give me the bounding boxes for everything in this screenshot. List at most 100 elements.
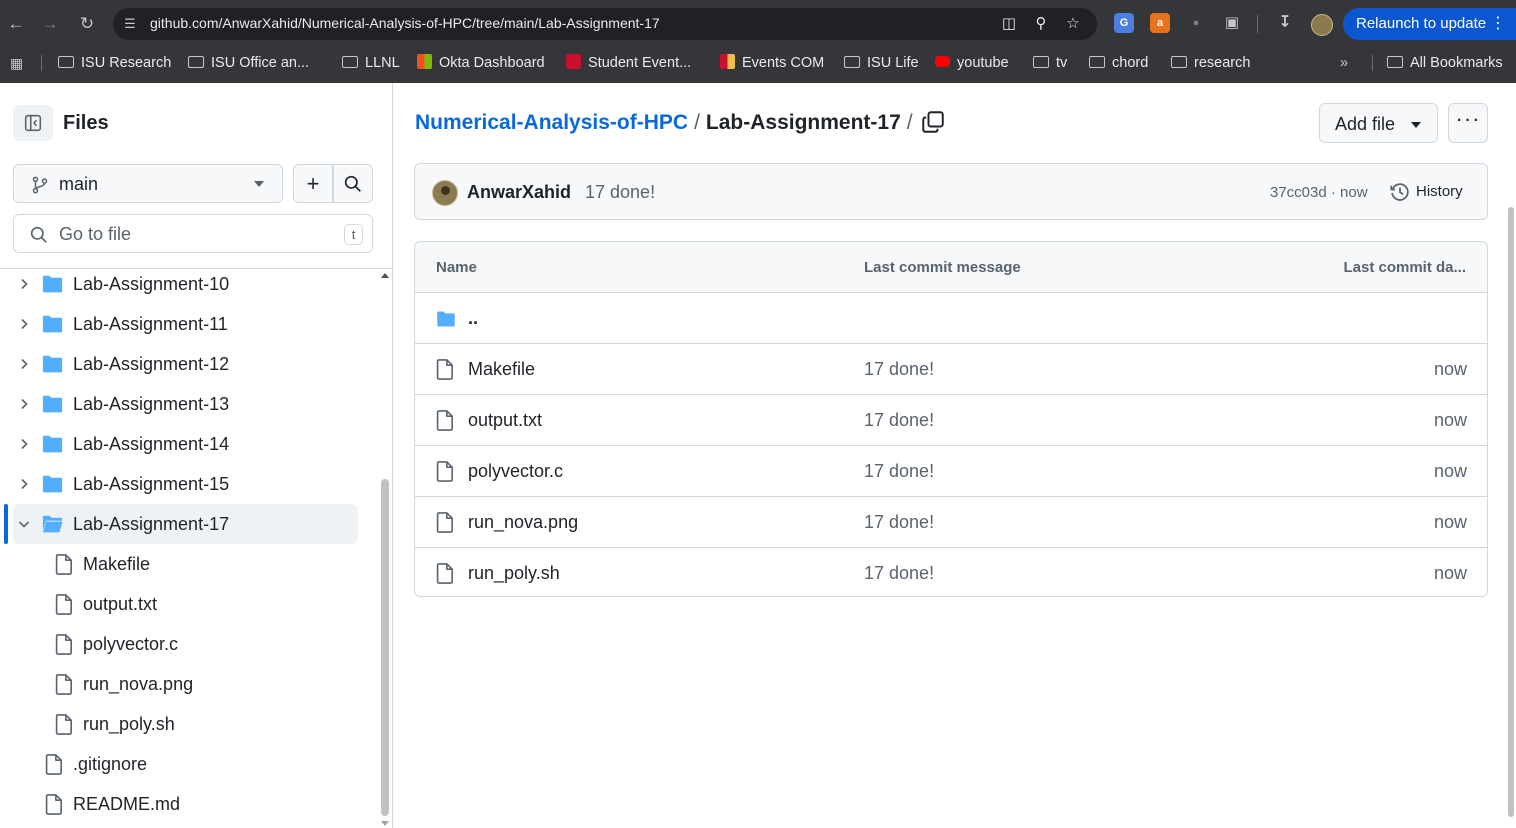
bookmark-isu-office[interactable]: ISU Office an... bbox=[188, 52, 309, 74]
tree-item-gitignore[interactable]: .gitignore bbox=[0, 744, 380, 784]
tree-item-lab-assignment-15[interactable]: Lab-Assignment-15 bbox=[0, 464, 380, 504]
chevron-down-icon[interactable] bbox=[17, 517, 31, 531]
bookmark-isu-life[interactable]: ISU Life bbox=[844, 52, 919, 74]
url-text[interactable]: github.com/AnwarXahid/Numerical-Analysis… bbox=[150, 15, 660, 31]
search-tree-button[interactable] bbox=[333, 164, 373, 203]
bookmark-okta[interactable]: Okta Dashboard bbox=[417, 52, 545, 74]
file-name-link[interactable]: output.txt bbox=[468, 410, 542, 431]
tree-item-run-poly-sh[interactable]: run_poly.sh bbox=[0, 704, 380, 744]
extensions-icon[interactable]: ▣ bbox=[1222, 13, 1242, 33]
commit-message[interactable]: 17 done! bbox=[585, 182, 655, 203]
bookmark-youtube[interactable]: youtube bbox=[935, 52, 1009, 74]
chevron-right-icon[interactable] bbox=[17, 277, 31, 291]
go-to-file-input[interactable] bbox=[59, 222, 329, 246]
commit-message-link[interactable]: 17 done! bbox=[864, 410, 934, 431]
table-row[interactable]: run_poly.sh 17 done! now bbox=[415, 548, 1487, 596]
all-bookmarks[interactable]: All Bookmarks bbox=[1387, 52, 1503, 74]
breadcrumb-repo-link[interactable]: Numerical-Analysis-of-HPC bbox=[415, 111, 688, 134]
apps-grid-icon[interactable]: ▦ bbox=[10, 52, 23, 74]
tree-item-makefile[interactable]: Makefile bbox=[0, 544, 380, 584]
parent-directory-row[interactable]: .. bbox=[415, 293, 1487, 344]
commit-message-link[interactable]: 17 done! bbox=[864, 512, 934, 533]
commit-date: now bbox=[1433, 563, 1467, 583]
extension-orange-icon[interactable]: a bbox=[1150, 13, 1170, 33]
bookmark-llnl[interactable]: LLNL bbox=[342, 52, 400, 74]
chevron-right-icon[interactable] bbox=[17, 317, 31, 331]
page-scrollbar-thumb[interactable] bbox=[1508, 207, 1514, 817]
bookmark-student-events[interactable]: Student Event... bbox=[566, 52, 691, 74]
bookmark-research[interactable]: research bbox=[1171, 52, 1250, 74]
bookmark-tv[interactable]: tv bbox=[1033, 52, 1067, 74]
chevron-right-icon[interactable] bbox=[17, 397, 31, 411]
isu-logo-icon bbox=[566, 54, 581, 69]
table-row[interactable]: run_nova.png 17 done! now bbox=[415, 497, 1487, 548]
collapse-sidebar-button[interactable] bbox=[13, 105, 53, 141]
address-bar[interactable]: ☰ github.com/AnwarXahid/Numerical-Analys… bbox=[113, 8, 1097, 40]
tree-item-polyvector-c[interactable]: polyvector.c bbox=[0, 624, 380, 664]
file-name-link[interactable]: run_poly.sh bbox=[468, 563, 560, 584]
commit-sha-time[interactable]: 37cc03d · now bbox=[1270, 184, 1368, 201]
tree-item-lab-assignment-12[interactable]: Lab-Assignment-12 bbox=[0, 344, 380, 384]
go-to-file-field[interactable]: t bbox=[13, 214, 373, 253]
tree-item-lab-assignment-14[interactable]: Lab-Assignment-14 bbox=[0, 424, 380, 464]
table-row[interactable]: Makefile 17 done! now bbox=[415, 344, 1487, 395]
zoom-icon[interactable]: ⚲ bbox=[1031, 14, 1051, 34]
forward-arrow-icon[interactable]: → bbox=[38, 12, 62, 36]
chevron-right-icon[interactable] bbox=[17, 477, 31, 491]
reload-icon[interactable]: ↻ bbox=[75, 12, 99, 36]
commit-author[interactable]: AnwarXahid bbox=[467, 182, 571, 203]
bookmark-label: youtube bbox=[957, 55, 1009, 71]
parent-directory-link[interactable]: .. bbox=[468, 308, 478, 329]
file-name-link[interactable]: polyvector.c bbox=[468, 461, 563, 482]
file-name-link[interactable]: run_nova.png bbox=[468, 512, 578, 533]
scroll-up-arrow-icon[interactable] bbox=[381, 273, 389, 278]
install-app-icon[interactable]: ◫ bbox=[999, 14, 1019, 34]
bookmark-star-icon[interactable]: ☆ bbox=[1063, 14, 1083, 34]
site-info-icon[interactable]: ☰ bbox=[121, 15, 139, 33]
bookmarks-overflow-icon[interactable]: » bbox=[1340, 52, 1348, 74]
tree-item-run-nova-png[interactable]: run_nova.png bbox=[0, 664, 380, 704]
file-icon bbox=[436, 410, 454, 436]
toolbar-divider bbox=[1257, 15, 1258, 33]
branch-selector[interactable]: main bbox=[13, 164, 283, 203]
more-options-button[interactable]: ··· bbox=[1448, 103, 1488, 143]
bookmark-label: Events COM bbox=[742, 55, 825, 71]
chevron-right-icon[interactable] bbox=[17, 357, 31, 371]
table-row[interactable]: polyvector.c 17 done! now bbox=[415, 446, 1487, 497]
tree-item-lab-assignment-11[interactable]: Lab-Assignment-11 bbox=[0, 304, 380, 344]
bookmark-label: ISU Office an... bbox=[211, 55, 310, 71]
folder-open-icon bbox=[42, 515, 63, 538]
tree-item-lab-assignment-10[interactable]: Lab-Assignment-10 bbox=[0, 264, 380, 304]
add-file-plus-button[interactable]: + bbox=[293, 164, 333, 203]
plus-icon: + bbox=[306, 171, 320, 196]
extension-puzzle-grey-icon[interactable]: ● bbox=[1186, 13, 1206, 33]
commit-message-link[interactable]: 17 done! bbox=[864, 359, 934, 380]
bookmarks-divider bbox=[41, 55, 42, 71]
bookmark-events-com[interactable]: Events COM bbox=[720, 52, 824, 74]
bookmark-chord[interactable]: chord bbox=[1089, 52, 1148, 74]
tree-item-lab-assignment-17[interactable]: Lab-Assignment-17 bbox=[13, 504, 358, 544]
tree-item-output-txt[interactable]: output.txt bbox=[0, 584, 380, 624]
table-row[interactable]: output.txt 17 done! now bbox=[415, 395, 1487, 446]
tree-scrollbar-thumb[interactable] bbox=[381, 479, 389, 816]
bookmark-isu-research[interactable]: ISU Research bbox=[58, 52, 171, 74]
file-name-link[interactable]: Makefile bbox=[468, 359, 535, 380]
relaunch-button[interactable]: Relaunch to update ⋮ bbox=[1343, 8, 1516, 40]
scroll-down-arrow-icon[interactable] bbox=[381, 821, 389, 826]
commit-message-link[interactable]: 17 done! bbox=[864, 461, 934, 482]
chevron-right-icon[interactable] bbox=[17, 437, 31, 451]
events-logo-icon bbox=[720, 54, 735, 69]
kebab-menu-icon[interactable]: ⋮ bbox=[1490, 8, 1506, 40]
history-clock-icon bbox=[1390, 183, 1409, 201]
download-icon[interactable]: ↧ bbox=[1275, 13, 1295, 33]
commit-message-link[interactable]: 17 done! bbox=[864, 563, 934, 584]
author-avatar[interactable] bbox=[432, 180, 458, 206]
back-arrow-icon[interactable]: ← bbox=[4, 12, 28, 36]
copy-path-button[interactable] bbox=[921, 110, 947, 136]
tree-item-readme-md[interactable]: README.md bbox=[0, 784, 380, 824]
translate-extension-icon[interactable]: G bbox=[1114, 13, 1134, 33]
add-file-button[interactable]: Add file bbox=[1319, 103, 1438, 143]
tree-item-lab-assignment-13[interactable]: Lab-Assignment-13 bbox=[0, 384, 380, 424]
add-file-label: Add file bbox=[1335, 114, 1396, 134]
profile-avatar[interactable] bbox=[1311, 14, 1333, 36]
